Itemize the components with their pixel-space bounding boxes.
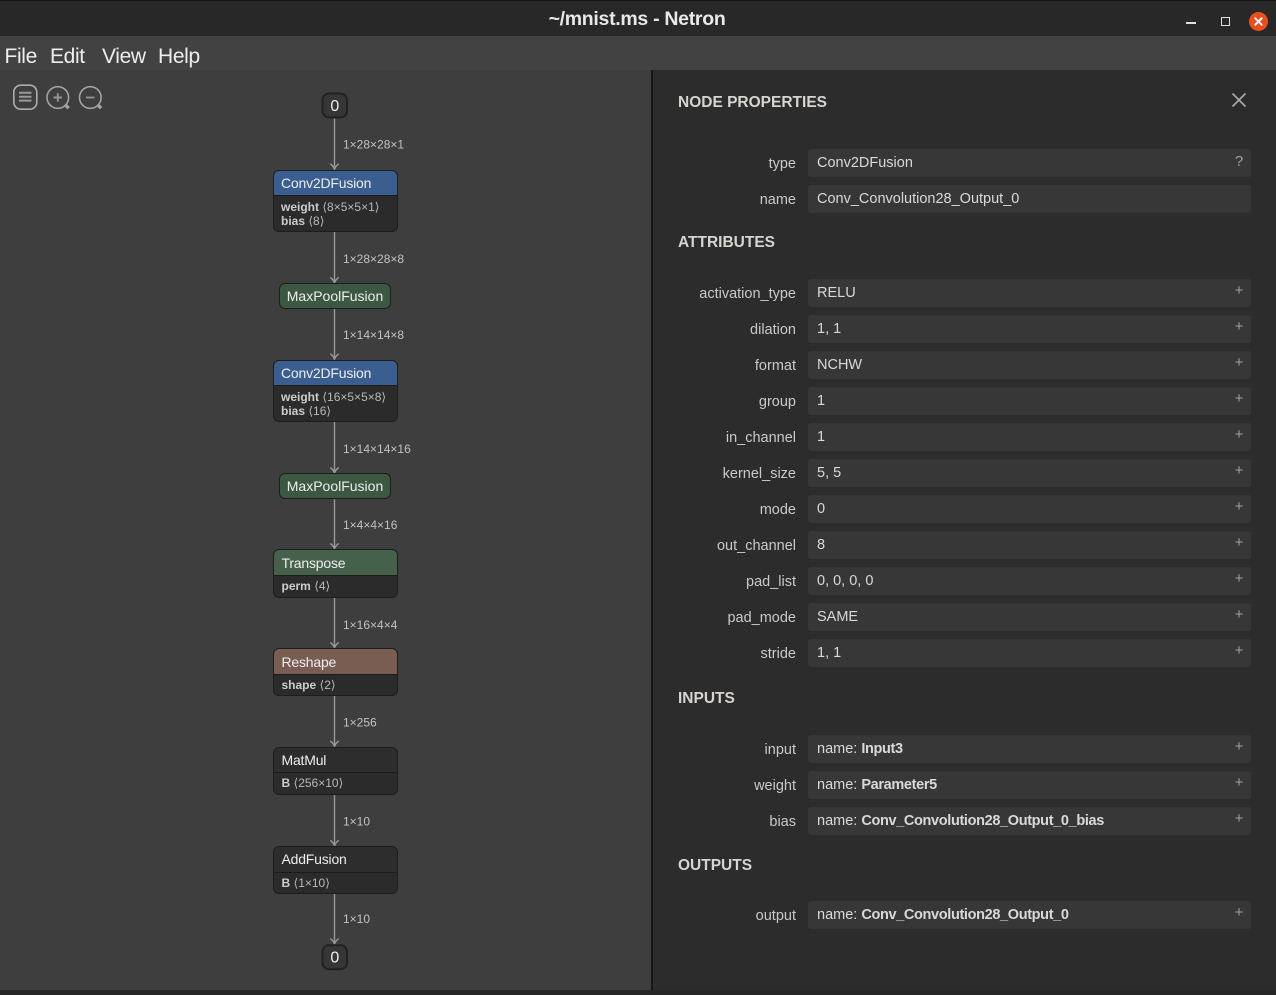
svg-text:0: 0 [330, 949, 339, 966]
svg-text:1×14×14×8: 1×14×14×8 [343, 328, 404, 342]
svg-text:1×14×14×16: 1×14×14×16 [343, 442, 411, 456]
svg-text:0: 0 [330, 98, 339, 115]
svg-text:1×28×28×1: 1×28×28×1 [343, 138, 404, 152]
svg-text:1×10: 1×10 [343, 815, 370, 829]
svg-text:1×4×4×16: 1×4×4×16 [343, 518, 398, 532]
svg-text:1×10: 1×10 [343, 912, 370, 926]
svg-text:1×28×28×8: 1×28×28×8 [343, 252, 404, 266]
svg-text:1×16×4×4: 1×16×4×4 [343, 618, 398, 632]
svg-text:1×256: 1×256 [343, 716, 377, 730]
